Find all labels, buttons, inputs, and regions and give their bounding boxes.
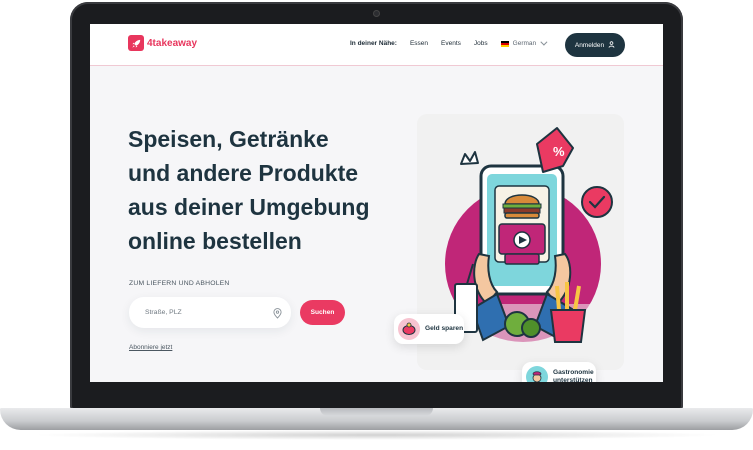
address-search-box[interactable] [129,297,291,328]
language-label: German [512,40,537,47]
location-pin-icon[interactable] [273,306,282,324]
hero-title-line: aus deiner Umgebung [128,194,370,220]
camera-dot [373,10,380,17]
delivery-pickup-label: ZUM LIEFERN UND ABHOLEN [129,280,230,287]
login-button[interactable]: Anmelden [565,33,625,57]
hero-title: Speisen, Getränke und andere Produkte au… [128,122,388,258]
nav-nearby-label: In deiner Nähe: [350,40,397,47]
language-selector[interactable]: German [500,38,548,47]
german-flag-icon [500,40,509,47]
subscribe-link[interactable]: Abonniere jetzt [129,344,172,351]
hero-title-line: online bestellen [128,228,302,254]
svg-text:%: % [553,144,565,159]
site-header: 4takeaway In deiner Nähe: Essen Events J… [90,24,663,66]
hero-title-line: Speisen, Getränke [128,126,329,152]
site-logo[interactable]: 4takeaway [128,35,197,51]
rocket-icon [128,35,144,51]
piggy-bank-icon [398,318,420,340]
chevron-down-icon [540,38,548,46]
main-nav: In deiner Nähe: Essen Events Jobs German [350,38,548,47]
address-input[interactable] [145,309,265,316]
nav-link-jobs[interactable]: Jobs [474,40,488,47]
search-button[interactable]: Suchen [300,300,345,325]
hero-title-line: und andere Produkte [128,160,359,186]
badge-save-text: Geld sparen [425,325,464,332]
check-bubble-icon [581,186,613,218]
nav-link-events[interactable]: Events [441,40,461,47]
badge-gastro-text: Gastronomie unterstützen [553,369,594,382]
laptop-notch [320,408,433,416]
crown-icon [460,151,479,165]
login-label: Anmelden [574,41,605,49]
percent-tag-icon: % [536,127,574,173]
user-icon [608,40,615,50]
badge-save-money: Geld sparen [394,314,464,344]
laptop-screen: 4takeaway In deiner Nähe: Essen Events J… [90,24,663,382]
logo-text: 4takeaway [147,37,198,49]
badge-support-gastronomy: Gastronomie unterstützen [522,362,596,382]
nav-link-essen[interactable]: Essen [410,40,428,47]
chef-icon [526,366,548,382]
laptop-shadow [30,430,723,440]
